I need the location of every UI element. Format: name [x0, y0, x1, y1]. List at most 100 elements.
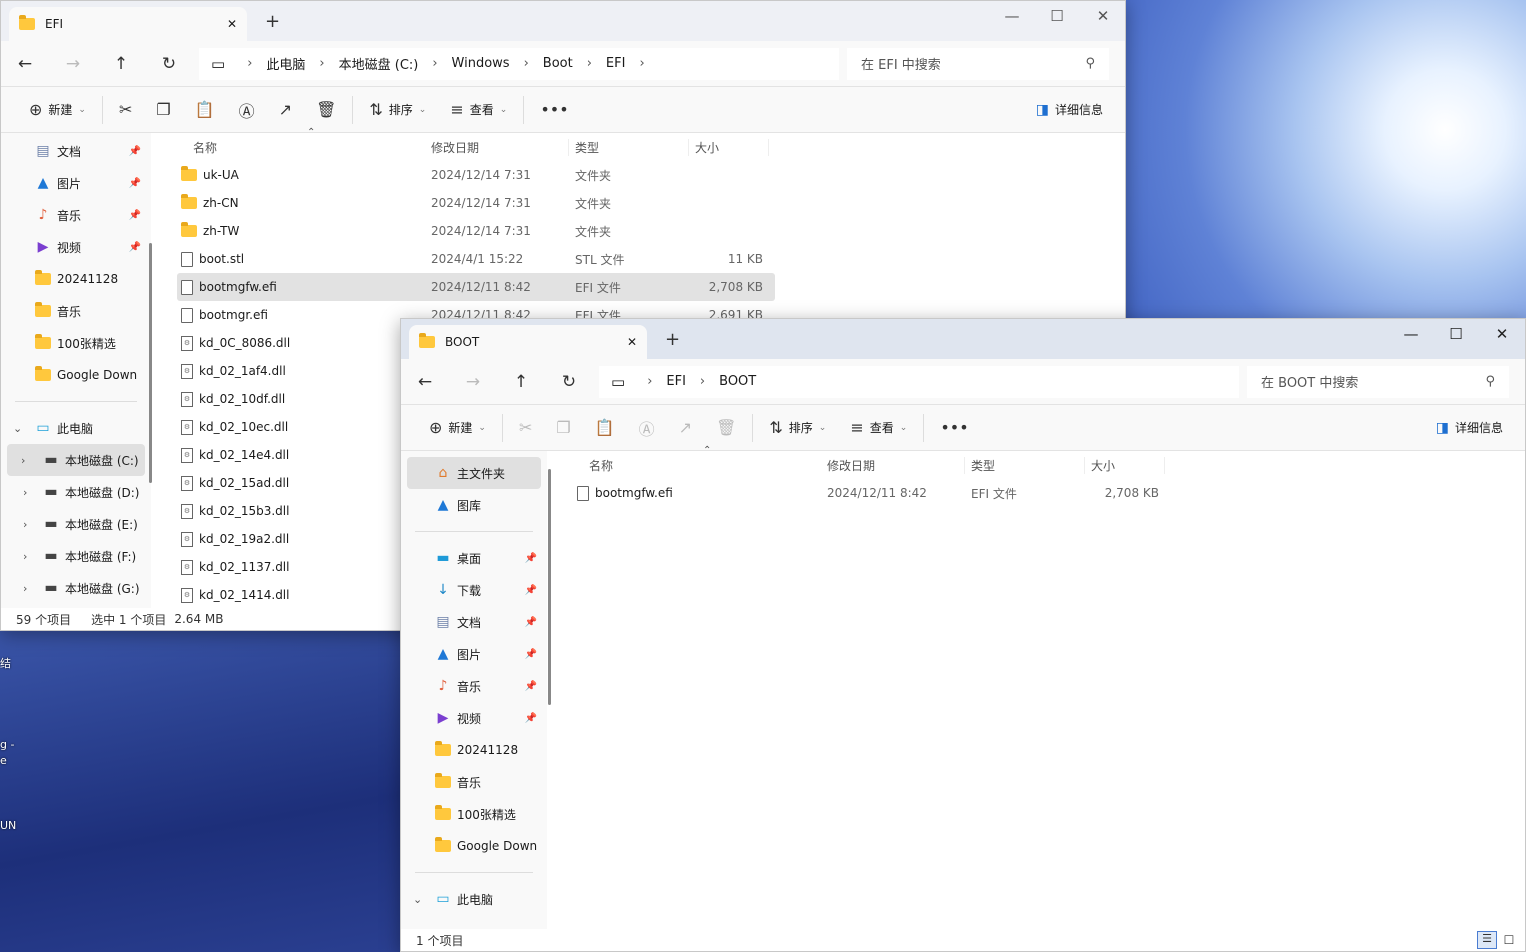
breadcrumb-item[interactable]: BOOT	[719, 374, 756, 389]
forward-button[interactable]: →	[449, 372, 497, 392]
rename-button[interactable]: Ⓐ	[627, 412, 667, 444]
details-pane-button[interactable]: ◨ 详细信息	[1424, 412, 1515, 444]
view-button[interactable]: ≡ 查看 ⌄	[838, 412, 919, 444]
table-row[interactable]: zh-CN 2024/12/14 7:31 文件夹	[177, 189, 775, 217]
copy-button[interactable]: ❐	[144, 94, 182, 126]
this-pc-icon[interactable]: ▭	[611, 373, 625, 391]
column-header[interactable]: 类型	[965, 456, 1085, 474]
chevron-right-icon[interactable]: ›	[647, 374, 652, 389]
sidebar-item[interactable]: 100张精选	[1, 327, 151, 359]
refresh-button[interactable]: ↻	[145, 54, 193, 74]
column-header[interactable]: 名称	[177, 139, 425, 156]
back-button[interactable]: ←	[1, 54, 49, 74]
delete-button[interactable]: 🗑	[704, 412, 748, 444]
maximize-button[interactable]: ☐	[1441, 325, 1471, 343]
copy-button[interactable]: ❐	[544, 412, 582, 444]
sidebar-item[interactable]: ▤ 文档 📌	[1, 135, 151, 167]
chevron-right-icon[interactable]: ›	[23, 550, 27, 563]
chevron-right-icon[interactable]: ›	[639, 56, 644, 71]
sidebar-item[interactable]: ▶ 视频 📌	[1, 231, 151, 263]
details-view-toggle[interactable]: ☰	[1477, 931, 1497, 949]
chevron-right-icon[interactable]: ›	[319, 56, 324, 71]
desktop-icon-label[interactable]: 结	[0, 655, 11, 671]
up-button[interactable]: ↑	[497, 372, 545, 392]
tab-boot[interactable]: BOOT ✕	[409, 325, 647, 359]
close-tab-icon[interactable]: ✕	[627, 335, 637, 349]
sidebar-item[interactable]: ♪ 音乐 📌	[1, 199, 151, 231]
breadcrumb-item[interactable]: EFI	[666, 374, 686, 389]
more-button[interactable]: •••	[528, 94, 580, 126]
share-button[interactable]: ↗	[267, 94, 304, 126]
desktop-icon-label[interactable]: e	[0, 754, 7, 767]
chevron-right-icon[interactable]: ›	[432, 56, 437, 71]
chevron-right-icon[interactable]: ›	[21, 454, 25, 467]
refresh-button[interactable]: ↻	[545, 372, 593, 392]
new-button[interactable]: ⊕ 新建 ⌄	[17, 94, 98, 126]
chevron-right-icon[interactable]: ›	[23, 518, 27, 531]
sidebar-item[interactable]: › ▬ 本地磁盘 (E:)	[1, 508, 151, 540]
sidebar-item[interactable]: ▲ 图片 📌	[401, 638, 547, 670]
sidebar-item[interactable]: ▬ 桌面 📌	[401, 542, 547, 574]
paste-button[interactable]: 📋	[183, 94, 227, 126]
back-button[interactable]: ←	[401, 372, 449, 392]
sidebar-item[interactable]: ▲ 图片 📌	[1, 167, 151, 199]
sidebar-item[interactable]: ⌂ 主文件夹	[407, 457, 541, 489]
table-row[interactable]: bootmgfw.efi 2024/12/11 8:42 EFI 文件 2,708 K…	[177, 273, 775, 301]
cut-button[interactable]: ✂	[107, 94, 144, 126]
sidebar-item[interactable]: ♪ 音乐 📌	[401, 670, 547, 702]
breadcrumb-item[interactable]: Windows	[452, 56, 510, 71]
sidebar-scrollbar[interactable]	[548, 469, 551, 705]
column-header[interactable]: 大小	[689, 138, 769, 156]
chevron-right-icon[interactable]: ›	[524, 56, 529, 71]
table-row[interactable]: zh-TW 2024/12/14 7:31 文件夹	[177, 217, 775, 245]
tab-efi[interactable]: EFI ✕	[9, 7, 247, 41]
column-header[interactable]: 大小	[1085, 456, 1165, 474]
breadcrumb-item[interactable]: 本地磁盘 (C:)	[339, 54, 419, 73]
chevron-right-icon[interactable]: ›	[23, 486, 27, 499]
up-button[interactable]: ↑	[97, 54, 145, 74]
rename-button[interactable]: Ⓐ	[227, 94, 267, 126]
sidebar-item[interactable]: 音乐	[401, 766, 547, 798]
breadcrumb-item[interactable]: 此电脑	[266, 54, 305, 73]
table-row[interactable]: boot.stl 2024/4/1 15:22 STL 文件 11 KB	[177, 245, 775, 273]
chevron-right-icon[interactable]: ›	[587, 56, 592, 71]
sidebar-item[interactable]: ↓ 下载 📌	[401, 574, 547, 606]
breadcrumb-item[interactable]: Boot	[543, 56, 573, 71]
sidebar-item[interactable]: ⌄ ▭ 此电脑	[1, 412, 151, 444]
sidebar-item[interactable]: Google Down	[1, 359, 151, 391]
sidebar-scrollbar[interactable]	[149, 243, 152, 483]
chevron-right-icon[interactable]: ›	[700, 374, 705, 389]
sidebar-item[interactable]: › ▬ 本地磁盘 (C:)	[7, 444, 145, 476]
sidebar-item[interactable]: › ▬ 本地磁盘 (G:)	[1, 572, 151, 604]
close-button[interactable]: ✕	[1088, 7, 1118, 25]
sidebar-item[interactable]: › ▬ 本地磁盘 (D:)	[1, 476, 151, 508]
sidebar-item[interactable]: 音乐	[1, 295, 151, 327]
column-header[interactable]: 类型	[569, 138, 689, 156]
desktop-icon-label[interactable]: g -	[0, 738, 14, 751]
minimize-button[interactable]: —	[1396, 325, 1426, 343]
minimize-button[interactable]: —	[997, 7, 1027, 25]
sidebar-item[interactable]: › ▬ 本地磁盘 (F:)	[1, 540, 151, 572]
sidebar-item[interactable]: Google Down	[401, 830, 547, 862]
new-tab-button[interactable]: +	[265, 11, 280, 32]
details-pane-button[interactable]: ◨ 详细信息	[1024, 94, 1115, 126]
sidebar-item[interactable]: 20241128	[401, 734, 547, 766]
table-row[interactable]: uk-UA 2024/12/14 7:31 文件夹	[177, 161, 775, 189]
paste-button[interactable]: 📋	[583, 412, 627, 444]
sort-button[interactable]: ⇅ 排序 ⌄	[357, 94, 438, 126]
search-input[interactable]: 在 BOOT 中搜索 ⚲	[1247, 365, 1509, 398]
column-header[interactable]: 修改日期	[425, 138, 569, 156]
breadcrumb[interactable]: ▭ › EFI › BOOT	[599, 365, 1239, 398]
table-row[interactable]: bootmgfw.efi 2024/12/11 8:42 EFI 文件 2,708 K…	[573, 479, 1171, 507]
close-button[interactable]: ✕	[1487, 325, 1517, 343]
desktop-icon-label[interactable]: UN	[0, 819, 16, 832]
sidebar-item[interactable]: 100张精选	[401, 798, 547, 830]
view-button[interactable]: ≡ 查看 ⌄	[438, 94, 519, 126]
chevron-right-icon[interactable]: ›	[247, 56, 252, 71]
sort-button[interactable]: ⇅ 排序 ⌄	[757, 412, 838, 444]
breadcrumb[interactable]: ▭ › 此电脑 › 本地磁盘 (C:) › Windows › Boot › EFI ›	[199, 47, 839, 80]
breadcrumb-item[interactable]: EFI	[606, 56, 626, 71]
delete-button[interactable]: 🗑	[304, 94, 348, 126]
sidebar-item[interactable]: 20241128	[1, 263, 151, 295]
chevron-right-icon[interactable]: ›	[23, 582, 27, 595]
